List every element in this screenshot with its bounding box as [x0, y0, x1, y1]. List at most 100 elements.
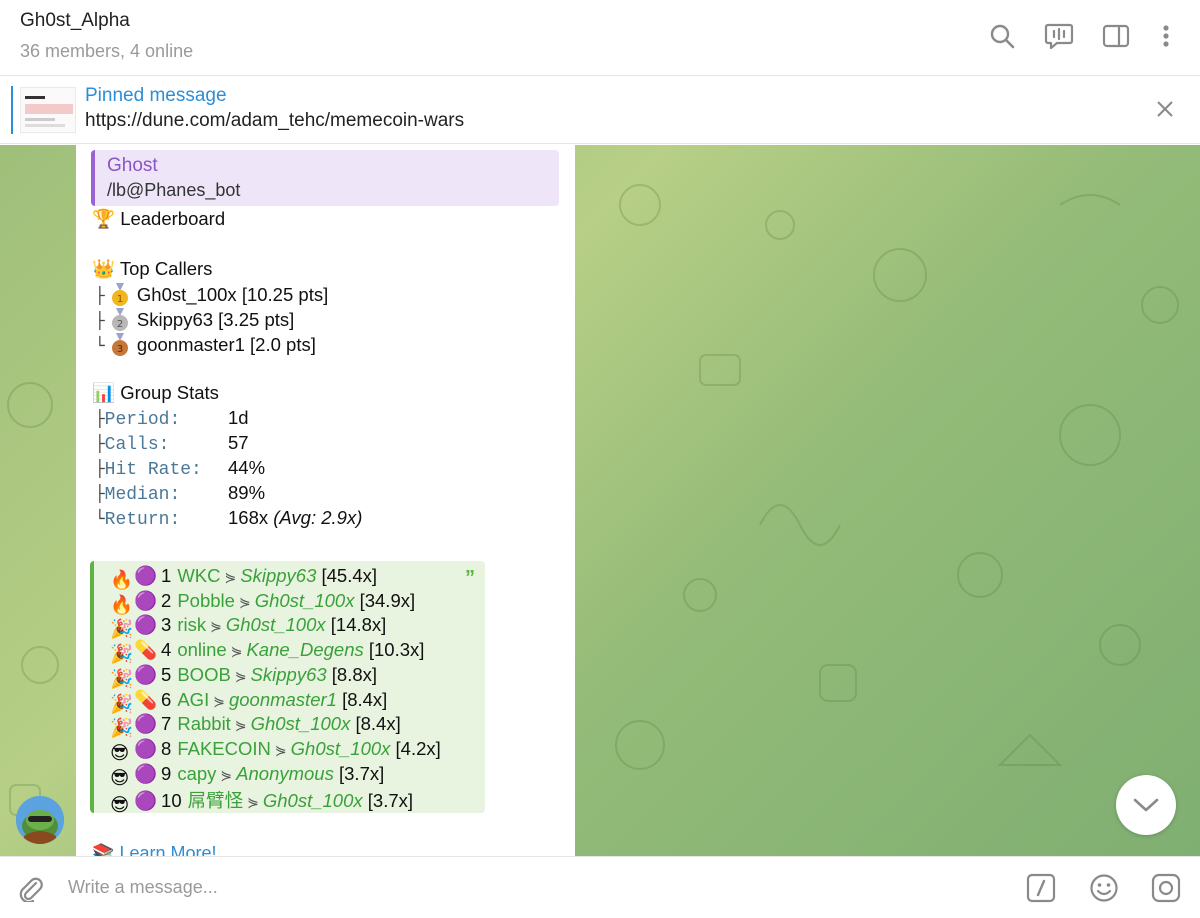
arrow-icon: ⋟ — [224, 569, 237, 585]
call-multiplier: [3.7x] — [367, 790, 414, 812]
stat-row: ├Calls: 57 — [95, 432, 249, 455]
caller-name: Gh0st_100x — [136, 284, 237, 305]
stat-label: Calls: — [104, 435, 170, 455]
purple-circle-icon: 🟣 — [134, 790, 158, 812]
scroll-down-button[interactable] — [1116, 775, 1176, 835]
call-row: 🎉🟣 3 risk ⋟ Gh0st_100x [14.8x] — [110, 614, 387, 640]
svg-text:2: 2 — [117, 319, 123, 330]
pinned-thumbnail — [20, 87, 76, 133]
call-row: 🔥🟣 1 WKC ⋟ Skippy63 [45.4x] — [110, 565, 377, 590]
avatar[interactable] — [16, 796, 64, 844]
purple-circle-icon: 🟣 — [134, 663, 158, 685]
cool-icon: 😎 — [110, 794, 130, 816]
call-ticker[interactable]: online — [177, 639, 226, 660]
fire-icon: 🔥 — [110, 593, 134, 615]
call-ticker[interactable]: capy — [177, 763, 216, 784]
emoji-icon[interactable] — [1088, 872, 1120, 904]
call-row: 🎉💊 6 AGI ⋟ goonmaster1 [8.4x] — [110, 688, 388, 714]
call-ticker[interactable]: 屌臂怪 — [188, 790, 244, 811]
purple-circle-icon: 🟣 — [134, 762, 158, 784]
call-user[interactable]: Gh0st_100x — [251, 713, 351, 734]
call-multiplier: [3.7x] — [339, 762, 385, 784]
call-rank: 5 — [161, 663, 172, 685]
camera-icon[interactable] — [1150, 872, 1182, 904]
caller-points: [2.0 pts] — [250, 334, 316, 355]
party-icon: 🎉 — [110, 643, 134, 665]
call-ticker[interactable]: Rabbit — [177, 713, 230, 734]
sidebar-toggle-icon[interactable] — [1100, 20, 1132, 52]
call-user[interactable]: Gh0st_100x — [226, 614, 326, 635]
stat-value-wrap: 168x (Avg: 2.9x) — [228, 507, 362, 529]
pinned-text[interactable]: https://dune.com/adam_tehc/memecoin-wars — [85, 110, 464, 132]
more-options-icon[interactable] — [1150, 20, 1182, 52]
call-user[interactable]: Skippy63 — [251, 664, 327, 685]
call-multiplier: [8.4x] — [342, 688, 388, 710]
stat-label: Median: — [104, 485, 181, 505]
party-icon: 🎉 — [110, 717, 134, 739]
call-ticker[interactable]: WKC — [177, 565, 220, 586]
call-ticker[interactable]: risk — [177, 614, 206, 635]
pinned-label[interactable]: Pinned message — [85, 85, 227, 107]
reply-text: /lb@Phanes_bot — [107, 180, 241, 200]
arrow-icon: ⋟ — [210, 618, 222, 635]
call-rank: 6 — [161, 688, 172, 710]
party-icon: 🎉 — [110, 618, 134, 640]
caller-points: [3.25 pts] — [218, 309, 295, 330]
message-input[interactable] — [68, 869, 968, 905]
call-ticker[interactable]: FAKECOIN — [177, 738, 271, 759]
cool-icon: 😎 — [110, 766, 130, 788]
arrow-icon: ⋟ — [230, 643, 243, 660]
message-composer — [0, 856, 1200, 918]
arrow-icon: ⋟ — [238, 593, 251, 610]
arrow-icon: ⋟ — [220, 766, 233, 783]
call-user[interactable]: Anonymous — [236, 763, 334, 784]
purple-circle-icon: 🟣 — [134, 713, 158, 735]
call-ticker[interactable]: Pobble — [177, 590, 235, 611]
voice-chat-icon[interactable] — [1043, 20, 1075, 52]
caller-row: └ 3 goonmaster1 [2.0 pts] — [95, 333, 316, 356]
call-row: 😎 🟣 9 capy ⋟ Anonymous [3.7x] — [110, 762, 385, 788]
caller-name: goonmaster1 — [136, 334, 245, 355]
call-row: 😎 🟣 8 FAKECOIN ⋟ Gh0st_100x [4.2x] — [110, 737, 441, 763]
call-ticker[interactable]: AGI — [177, 689, 209, 710]
bot-command-icon[interactable] — [1025, 872, 1057, 904]
call-user[interactable]: Kane_Degens — [246, 639, 363, 660]
party-icon: 🎉 — [110, 692, 134, 714]
call-user[interactable]: Gh0st_100x — [255, 590, 355, 611]
call-row: 😎 🟣 10 屌臂怪 ⋟ Gh0st_100x [3.7x] — [110, 787, 414, 815]
purple-circle-icon: 🟣 — [134, 614, 158, 636]
fire-icon: 🔥 — [110, 569, 134, 590]
caller-row: ├ 2 Skippy63 [3.25 pts] — [95, 308, 295, 331]
silver-medal-icon: 2 — [111, 308, 128, 331]
stat-row: ├Hit Rate: 44% — [95, 457, 266, 480]
call-user[interactable]: Skippy63 — [240, 565, 316, 586]
call-rank: 8 — [161, 737, 172, 759]
stat-row: ├Period: 1d — [95, 407, 249, 430]
call-rank: 3 — [161, 614, 172, 636]
pill-icon: 💊 — [134, 688, 158, 710]
call-rank: 4 — [161, 639, 172, 661]
arrow-icon: ⋟ — [247, 794, 259, 811]
pinned-accent — [11, 86, 13, 134]
call-ticker[interactable]: BOOB — [177, 664, 230, 685]
call-rank: 1 — [161, 565, 172, 586]
call-multiplier: [8.8x] — [331, 663, 378, 685]
call-user[interactable]: Gh0st_100x — [263, 790, 363, 811]
search-icon[interactable] — [986, 20, 1018, 52]
close-icon[interactable] — [1150, 94, 1180, 124]
arrow-icon: ⋟ — [234, 717, 247, 734]
call-user[interactable]: goonmaster1 — [229, 689, 337, 710]
call-user[interactable]: Gh0st_100x — [291, 738, 391, 759]
call-multiplier: [14.8x] — [330, 614, 387, 636]
call-row: 🔥🟣 2 Pobble ⋟ Gh0st_100x [34.9x] — [110, 590, 415, 615]
attach-icon[interactable] — [14, 872, 46, 904]
reply-quote[interactable]: Ghost /lb@Phanes_bot — [91, 150, 559, 206]
arrow-icon: ⋟ — [234, 667, 247, 684]
stat-value: 1d — [228, 407, 249, 428]
pill-icon: 💊 — [134, 639, 158, 661]
chat-title[interactable]: Gh0st_Alpha — [20, 10, 130, 32]
reply-author: Ghost — [107, 155, 158, 176]
call-rank: 9 — [161, 762, 172, 784]
group-stats-heading: 📊 Group Stats — [92, 382, 219, 404]
bronze-medal-icon: 3 — [111, 333, 128, 356]
